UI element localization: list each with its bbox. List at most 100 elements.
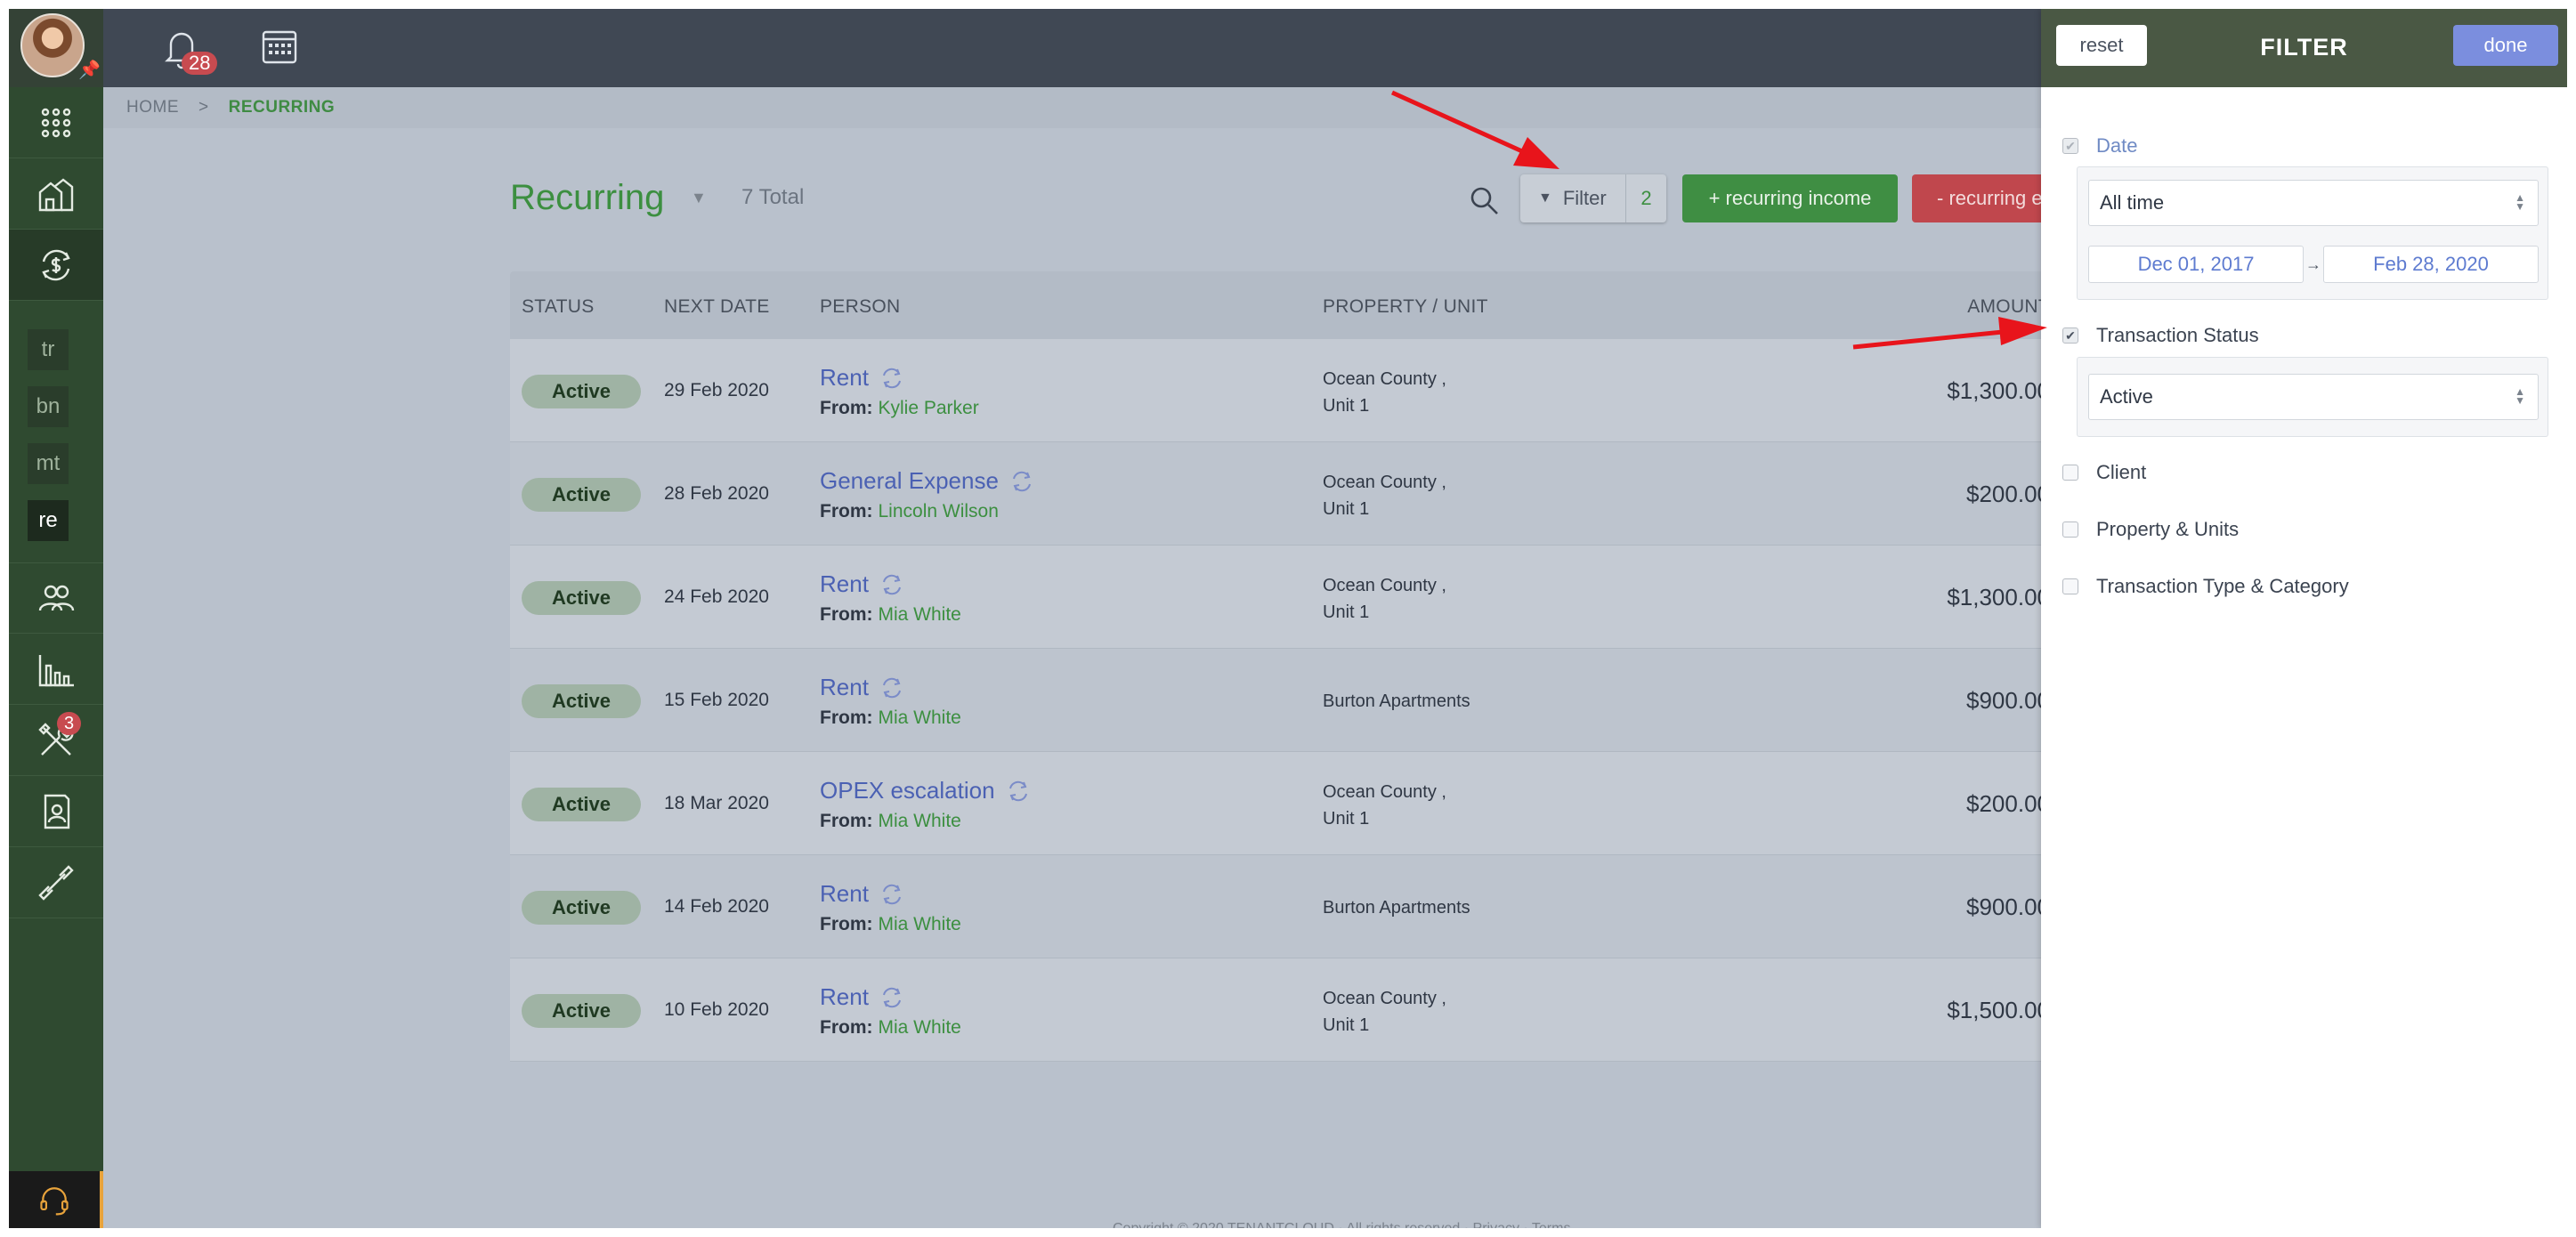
user-avatar-cell[interactable]: 📌 xyxy=(9,9,103,87)
date-from-input[interactable]: Dec 01, 2017 xyxy=(2088,246,2304,283)
page-title[interactable]: Recurring xyxy=(510,178,664,218)
filter-count: 2 xyxy=(1625,174,1666,222)
person-name-link[interactable]: Mia White xyxy=(879,604,961,625)
total-count: 7 Total xyxy=(741,185,805,209)
table-row[interactable]: Active 18 Mar 2020 OPEX escalation From: Mia… xyxy=(510,752,2050,855)
sidebar-shortcut-re[interactable]: re xyxy=(28,500,69,541)
sidebar-item-integrations[interactable] xyxy=(9,847,103,918)
date-filter-label: Date xyxy=(2096,134,2138,157)
status-badge: Active xyxy=(522,788,641,821)
left-sidebar: 📌 tr bn mt re 3 xyxy=(9,9,103,1228)
done-button[interactable]: done xyxy=(2453,25,2558,66)
from-label: From: xyxy=(820,914,873,934)
next-date: 29 Feb 2020 xyxy=(664,380,769,400)
table-header: STATUS NEXT DATE PERSON PROPERTY / UNIT … xyxy=(510,271,2050,339)
date-range-inputs: Dec 01, 2017 → Feb 28, 2020 xyxy=(2088,246,2539,283)
calendar-icon xyxy=(262,30,297,64)
property-name: Ocean County , xyxy=(1323,473,1446,492)
property-name: Burton Apartments xyxy=(1323,691,1470,711)
person-name-link[interactable]: Kylie Parker xyxy=(879,398,979,418)
filter-label: Filter xyxy=(1562,187,1607,209)
date-range-select[interactable]: All time ▲ ▼ xyxy=(2088,180,2539,226)
person-name-link[interactable]: Mia White xyxy=(879,1017,961,1038)
transaction-type-link[interactable]: OPEX escalation xyxy=(820,777,1031,804)
column-header-status[interactable]: STATUS xyxy=(522,296,595,318)
transaction-type-link[interactable]: Rent xyxy=(820,983,904,1011)
person-name-link[interactable]: Lincoln Wilson xyxy=(879,501,999,521)
table-row[interactable]: Active 29 Feb 2020 Rent From: Kylie Parker Oc… xyxy=(510,339,2050,442)
pin-icon[interactable]: 📌 xyxy=(78,59,101,81)
link-icon xyxy=(38,864,74,901)
column-header-person[interactable]: PERSON xyxy=(820,296,901,318)
from-person: From: Lincoln Wilson xyxy=(820,501,999,522)
property-unit: Burton Apartments xyxy=(1323,894,1470,921)
property-unit: Ocean County , Unit 1 xyxy=(1323,366,1446,419)
sidebar-item-maintenance[interactable]: 3 xyxy=(9,705,103,776)
avatar[interactable] xyxy=(20,13,85,77)
column-header-amount[interactable]: AMOUNT xyxy=(1872,296,2050,318)
sidebar-shortcut-bn[interactable]: bn xyxy=(28,386,69,427)
amount: $200.00 xyxy=(1966,481,2050,507)
sidebar-shortcut-mt[interactable]: mt xyxy=(28,443,69,484)
breadcrumb-home-link[interactable]: HOME xyxy=(126,98,179,117)
date-filter-box: All time ▲ ▼ Dec 01, 2017 → Feb 28, 2020 xyxy=(2077,166,2548,300)
sidebar-item-properties[interactable] xyxy=(9,158,103,230)
recurring-cycle-icon xyxy=(1012,471,1031,491)
sidebar-item-reports[interactable] xyxy=(9,634,103,705)
property-units-label: Property & Units xyxy=(2096,518,2240,540)
transaction-type-link[interactable]: General Expense xyxy=(820,467,1034,495)
person-name-link[interactable]: Mia White xyxy=(879,811,961,831)
property-units-checkbox[interactable] xyxy=(2062,521,2078,538)
transaction-type-link[interactable]: Rent xyxy=(820,364,904,392)
recurring-cycle-icon xyxy=(882,368,901,388)
notification-count-badge: 28 xyxy=(182,52,218,75)
recurring-cycle-icon xyxy=(882,574,901,594)
unit-name: Unit 1 xyxy=(1323,602,1370,622)
status-badge: Active xyxy=(522,891,641,925)
sidebar-shortcut-tr[interactable]: tr xyxy=(28,329,69,370)
table-row[interactable]: Active 24 Feb 2020 Rent From: Mia White Ocean… xyxy=(510,546,2050,649)
add-recurring-income-button[interactable]: + recurring income xyxy=(1682,174,1898,222)
title-dropdown-caret-icon[interactable]: ▼ xyxy=(691,189,707,207)
transaction-type-link[interactable]: Rent xyxy=(820,570,904,598)
sidebar-item-people[interactable] xyxy=(9,562,103,634)
help-support-button[interactable] xyxy=(9,1171,103,1228)
from-label: From: xyxy=(820,707,873,728)
table-row[interactable]: Active 15 Feb 2020 Rent From: Mia White Burto… xyxy=(510,649,2050,752)
type-category-checkbox[interactable] xyxy=(2062,578,2078,594)
filter-button[interactable]: ▼ Filter 2 xyxy=(1520,174,1666,222)
person-name-link[interactable]: Mia White xyxy=(879,707,961,728)
client-checkbox[interactable] xyxy=(2062,465,2078,481)
date-to-input[interactable]: Feb 28, 2020 xyxy=(2323,246,2539,283)
sidebar-item-documents[interactable] xyxy=(9,776,103,847)
sidebar-item-apps[interactable] xyxy=(9,87,103,158)
transaction-status-box: Active ▲ ▼ xyxy=(2077,357,2548,437)
transaction-status-select[interactable]: Active ▲ ▼ xyxy=(2088,374,2539,420)
transaction-type-link[interactable]: Rent xyxy=(820,674,904,701)
transaction-type-link[interactable]: Rent xyxy=(820,880,904,908)
table-row[interactable]: Active 10 Feb 2020 Rent From: Mia White Ocean… xyxy=(510,958,2050,1062)
search-button[interactable] xyxy=(1469,185,1499,220)
footer-copyright: Copyright © 2020 TENANTCLOUD · All right… xyxy=(1113,1221,1570,1228)
column-header-next-date[interactable]: NEXT DATE xyxy=(664,296,770,318)
recurring-table: STATUS NEXT DATE PERSON PROPERTY / UNIT … xyxy=(510,271,2050,1072)
headset-icon xyxy=(40,1187,69,1216)
amount: $200.00 xyxy=(1966,790,2050,817)
date-checkbox[interactable]: ✔ xyxy=(2062,138,2078,154)
person-name-link[interactable]: Mia White xyxy=(879,914,961,934)
unit-name: Unit 1 xyxy=(1323,396,1370,416)
notifications-button[interactable]: 28 xyxy=(162,27,218,75)
table-row[interactable]: Active 28 Feb 2020 General Expense From: Lin… xyxy=(510,442,2050,546)
date-range-value: All time xyxy=(2100,191,2165,214)
property-unit: Ocean County , Unit 1 xyxy=(1323,779,1446,832)
column-header-property[interactable]: PROPERTY / UNIT xyxy=(1323,296,1488,318)
amount: $1,300.00 xyxy=(1947,584,2050,610)
sidebar-item-recurring[interactable] xyxy=(9,230,103,301)
transaction-type-label: Rent xyxy=(820,364,869,391)
transaction-type-label: Rent xyxy=(820,570,869,597)
calendar-button[interactable] xyxy=(260,27,299,70)
from-label: From: xyxy=(820,811,873,831)
table-row[interactable]: Active 14 Feb 2020 Rent From: Mia White Burto… xyxy=(510,855,2050,958)
from-label: From: xyxy=(820,501,873,521)
transaction-status-checkbox[interactable]: ✔ xyxy=(2062,327,2078,344)
